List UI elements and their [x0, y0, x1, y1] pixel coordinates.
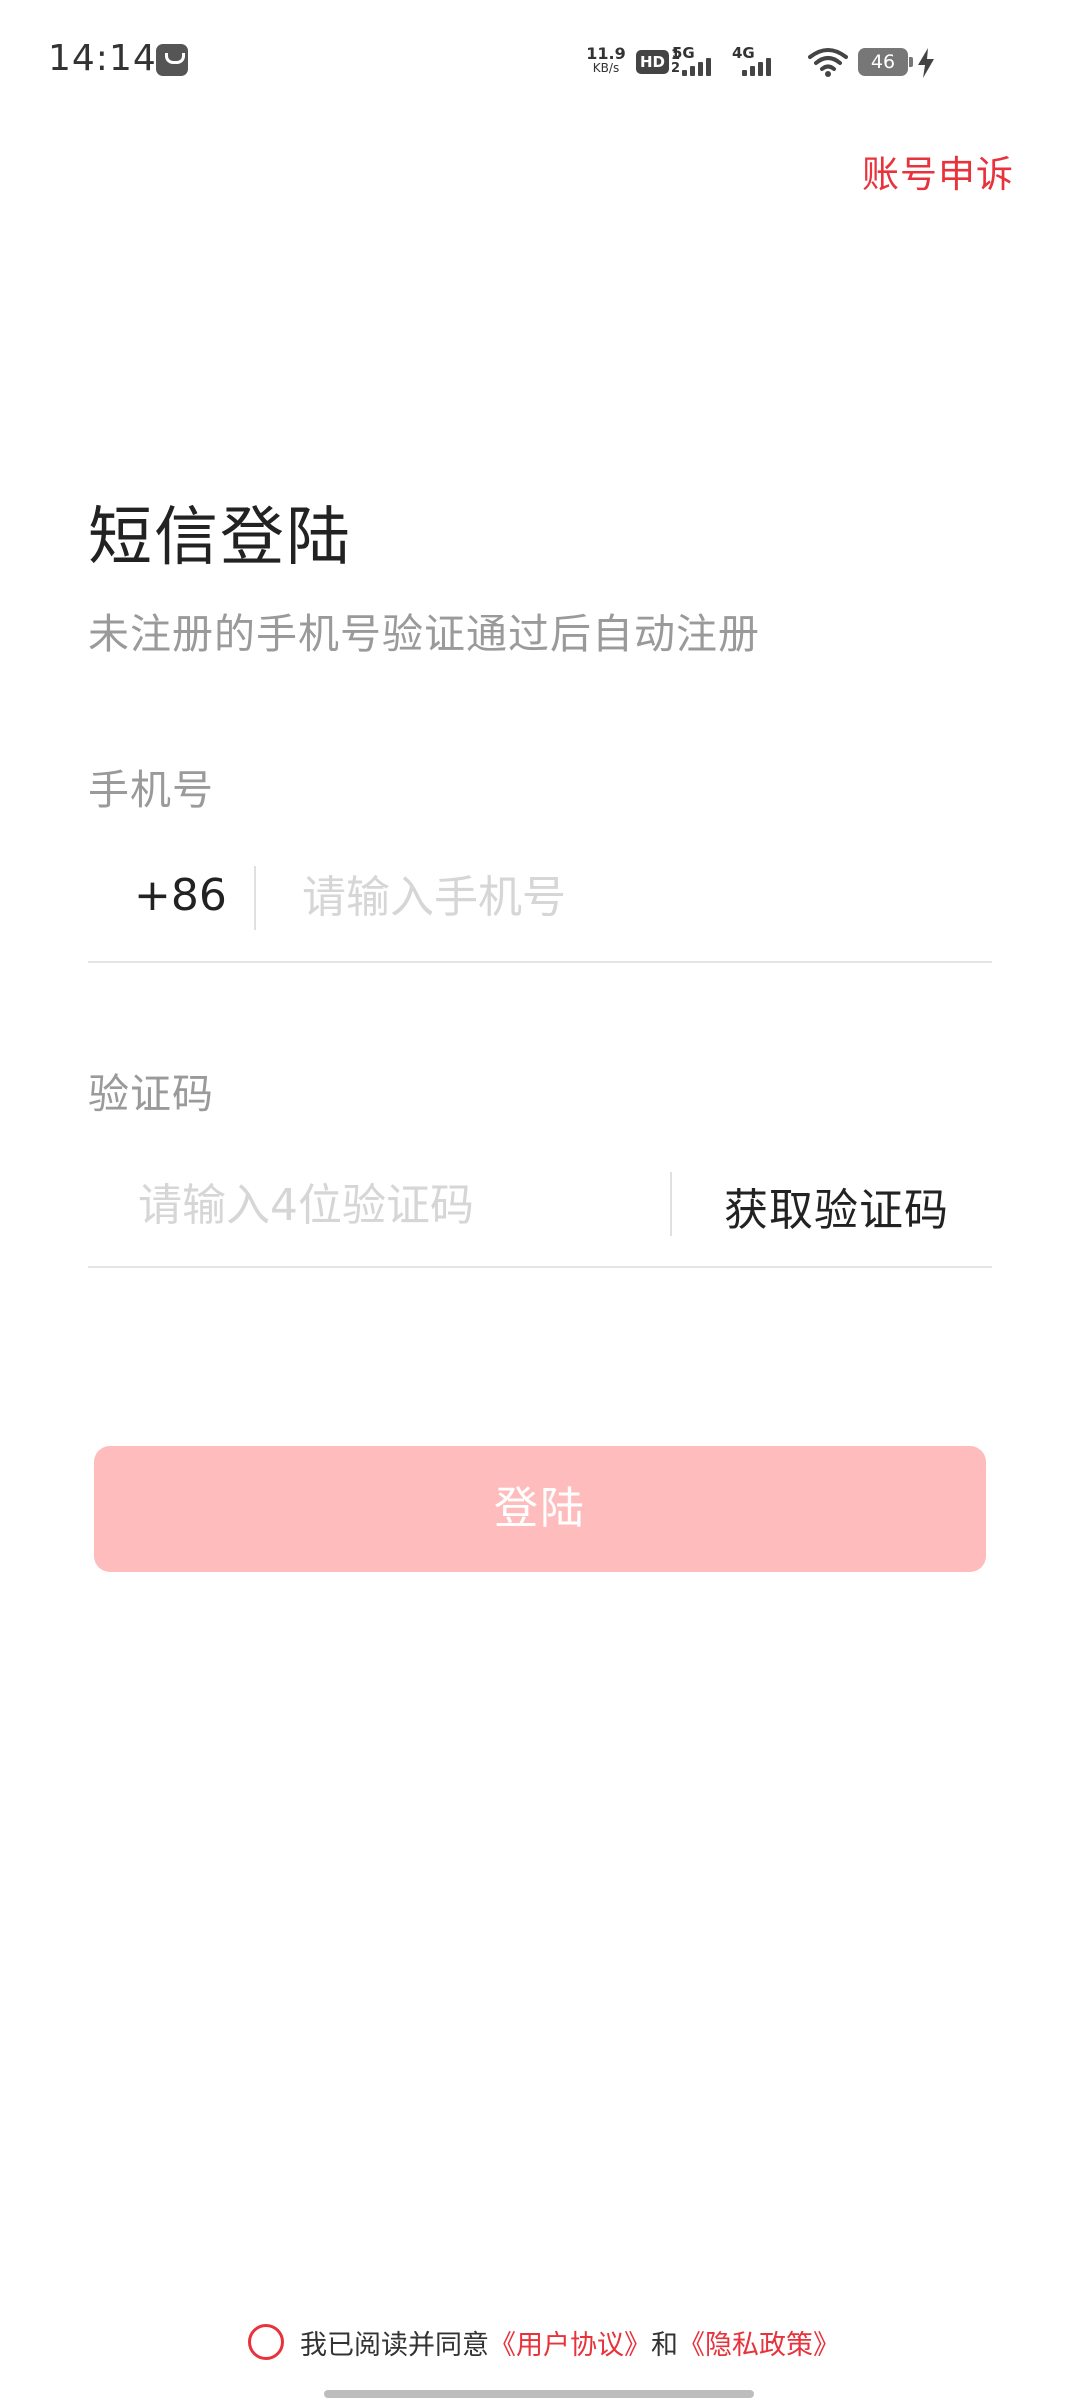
- home-indicator[interactable]: [324, 2390, 754, 2398]
- page-title: 短信登陆: [88, 501, 352, 575]
- charging-icon: [918, 48, 934, 78]
- notification-app-icon: [156, 44, 188, 76]
- code-field: 获取验证码: [88, 1152, 992, 1262]
- agreement-row: 我已阅读并同意 《用户协议》 和 《隐私政策》: [248, 2322, 840, 2362]
- code-underline: [88, 1266, 992, 1268]
- country-code-selector[interactable]: +86: [134, 870, 227, 921]
- divider: [670, 1172, 672, 1236]
- agreement-prefix: 我已阅读并同意: [300, 2329, 489, 2361]
- network-speed: 11.9 KB/s: [586, 46, 626, 76]
- code-label: 验证码: [88, 1070, 214, 1118]
- get-code-button[interactable]: 获取验证码: [724, 1174, 949, 1238]
- verification-code-input[interactable]: [138, 1170, 658, 1240]
- wifi-icon: [808, 48, 848, 77]
- page-subtitle: 未注册的手机号验证通过后自动注册: [88, 610, 760, 658]
- battery-level: 46: [870, 51, 896, 73]
- phone-field: +86: [88, 848, 992, 958]
- network-speed-value: 11.9: [586, 44, 626, 63]
- phone-underline: [88, 961, 992, 963]
- network-speed-unit: KB/s: [592, 61, 620, 75]
- agreement-checkbox[interactable]: [248, 2324, 284, 2360]
- battery-icon: 46: [858, 48, 913, 76]
- user-agreement-link[interactable]: 《用户协议》: [489, 2323, 651, 2362]
- hd-label: HD: [636, 50, 670, 74]
- account-appeal-link[interactable]: 账号申诉: [862, 144, 1014, 198]
- signal-bars-icon: [742, 58, 774, 76]
- login-button[interactable]: 登陆: [94, 1446, 986, 1572]
- phone-input[interactable]: [302, 862, 982, 932]
- phone-label: 手机号: [88, 766, 214, 814]
- divider: [254, 866, 256, 930]
- privacy-policy-link[interactable]: 《隐私政策》: [678, 2323, 840, 2362]
- status-bar: 14:14 11.9 KB/s HD 1 2 5G 4G 46: [0, 0, 1080, 120]
- status-time: 14:14: [48, 38, 157, 79]
- signal-bars-icon: [682, 58, 714, 76]
- agreement-conjunction: 和: [651, 2329, 678, 2361]
